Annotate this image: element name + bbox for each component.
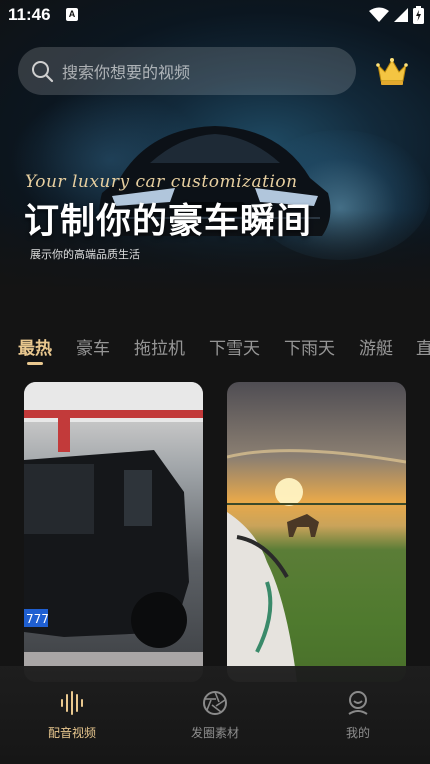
nav-item-dubbing[interactable]: 配音视频: [17, 690, 127, 741]
bottom-nav: 配音视频 发圈素材 我的: [0, 666, 430, 764]
banner-script-text: Your luxury car customization: [25, 172, 298, 192]
crown-icon[interactable]: [376, 56, 408, 86]
nav-item-moments-material[interactable]: 发圈素材: [160, 690, 270, 741]
signal-icon: [394, 8, 408, 22]
banner-title: 订制你的豪车瞬间: [24, 202, 313, 242]
tab-hottest[interactable]: 最热: [18, 334, 52, 359]
status-time: 11:46: [8, 5, 51, 24]
battery-charging-icon: [413, 6, 424, 24]
tab-yacht[interactable]: 游艇: [359, 334, 393, 359]
tab-more[interactable]: 直: [416, 334, 430, 359]
nav-item-profile[interactable]: 我的: [303, 690, 413, 741]
tab-tractor[interactable]: 拖拉机: [134, 334, 185, 359]
audio-wave-icon: [61, 691, 83, 715]
video-card[interactable]: [227, 382, 406, 682]
nav-label-moments-material: 发圈素材: [190, 726, 239, 740]
active-tab-indicator: [27, 362, 43, 365]
user-icon: [348, 691, 368, 715]
search-icon: [32, 61, 54, 83]
horse-sunset-thumbnail: [227, 449, 406, 682]
aperture-icon: [203, 691, 227, 715]
tab-rain[interactable]: 下雨天: [284, 334, 335, 359]
tab-snow[interactable]: 下雪天: [209, 334, 260, 359]
nav-label-dubbing: 配音视频: [47, 726, 96, 740]
video-card[interactable]: 777: [24, 382, 203, 682]
notification-icon: A: [66, 8, 78, 21]
suv-thumbnail: 777: [24, 382, 203, 682]
search-bar[interactable]: 搜索你想要的视频: [18, 47, 356, 95]
tab-luxury-car[interactable]: 豪车: [76, 334, 110, 359]
status-bar: 11:46 A: [0, 0, 430, 32]
banner-subtitle: 展示你的高端品质生活: [30, 248, 140, 261]
license-plate: 777: [26, 612, 49, 626]
search-placeholder[interactable]: 搜索你想要的视频: [62, 59, 190, 83]
wifi-icon: [369, 7, 389, 22]
category-tabs: 最热 豪车 拖拉机 下雪天 下雨天 游艇 直: [0, 334, 430, 370]
status-icons: [369, 6, 424, 24]
nav-label-profile: 我的: [345, 726, 370, 740]
